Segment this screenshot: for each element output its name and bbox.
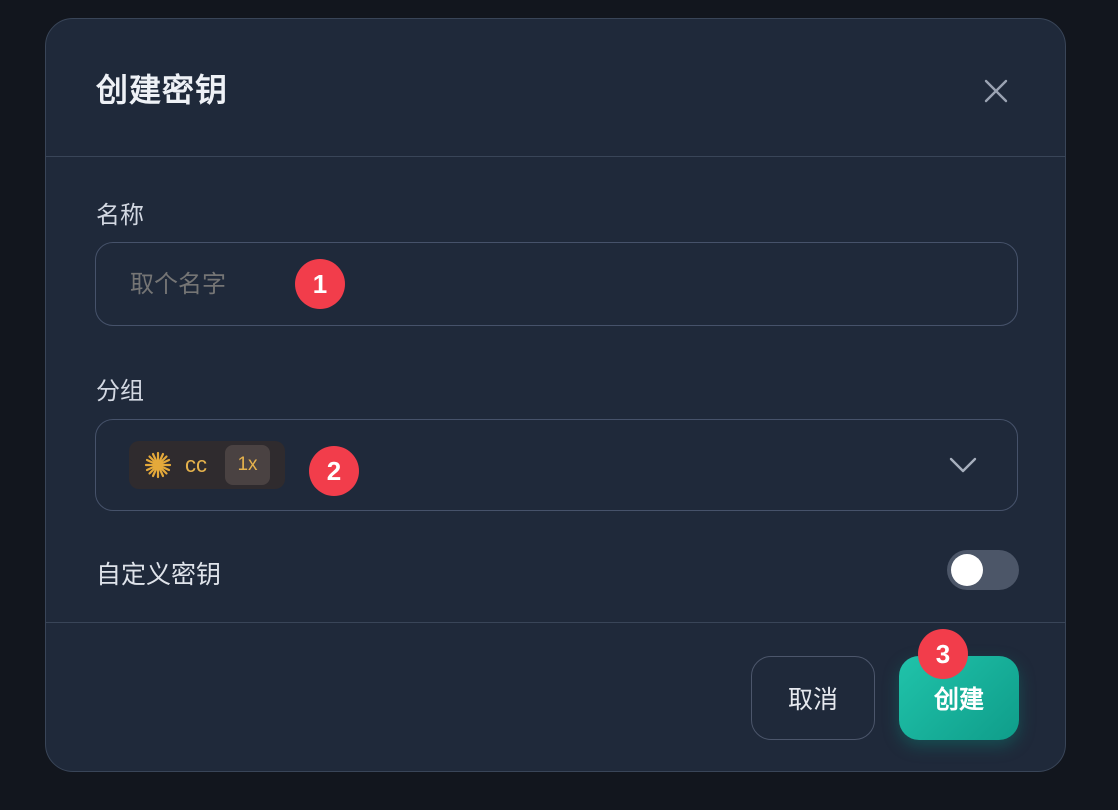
step-badge-1: 1 — [295, 259, 345, 309]
step-badge-3: 3 — [918, 629, 968, 679]
close-button[interactable] — [976, 71, 1016, 111]
group-chip: cc 1x — [129, 441, 285, 489]
toggle-knob — [951, 554, 983, 586]
group-multiplier: 1x — [225, 445, 270, 485]
chevron-down-icon — [949, 457, 977, 473]
create-key-dialog: 创建密钥 名称 1 分组 — [45, 18, 1066, 772]
name-input-wrapper[interactable] — [95, 242, 1018, 326]
custom-key-toggle[interactable] — [947, 550, 1019, 590]
dialog-header: 创建密钥 — [46, 19, 1065, 157]
cancel-button[interactable]: 取消 — [751, 656, 875, 740]
group-label: 分组 — [96, 377, 144, 405]
dialog-title: 创建密钥 — [96, 71, 229, 109]
step-badge-2: 2 — [309, 446, 359, 496]
custom-key-label: 自定义密钥 — [96, 560, 222, 589]
footer-divider — [46, 622, 1065, 623]
group-select[interactable]: cc 1x — [95, 419, 1018, 511]
close-icon — [984, 79, 1008, 103]
name-label: 名称 — [96, 201, 144, 229]
name-input[interactable] — [128, 263, 652, 305]
sparkle-icon — [144, 451, 172, 479]
group-name: cc — [185, 452, 207, 477]
